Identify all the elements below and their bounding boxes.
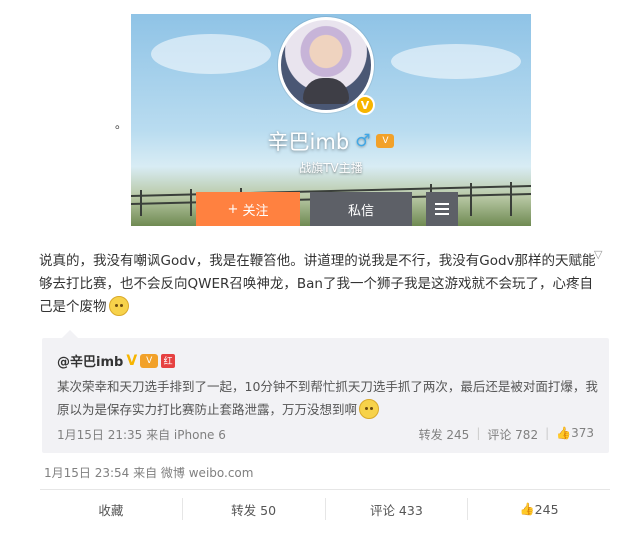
repost-comment-link[interactable]: 评论 782 — [487, 426, 538, 443]
repost-like-count: 373 — [571, 426, 594, 440]
sad-emoji-icon — [108, 296, 129, 316]
favorite-label: 收藏 — [98, 502, 124, 518]
post-timestamp[interactable]: 1月15日 23:54 来自 微博 weibo.com — [44, 464, 253, 481]
repost-actions: 转发 245 | 评论 782 | 👍373 — [418, 426, 594, 443]
profile-banner: V 辛巴imb ♂ V 战旗TV主播 + 关注 私信 — [131, 14, 531, 226]
like-count: 245 — [534, 501, 559, 517]
post-text: 说真的，我没有嘲讽Godv，我是在鞭笞他。讲道理的说我是不行，我没有Godv那样… — [39, 250, 599, 319]
repost-repost-link[interactable]: 转发 245 — [419, 426, 470, 443]
verified-v-icon: V — [126, 352, 138, 369]
repost-card: @辛巴imb V V 红 某次荣幸和天刀选手排到了一起，10分钟不到帮忙抓天刀选… — [42, 338, 609, 453]
more-menu-button[interactable] — [426, 192, 458, 226]
post-actions-bar: 收藏 转发 50 评论 433 👍 245 — [40, 490, 610, 528]
repost-arrow — [62, 330, 78, 338]
cloud-decoration — [151, 34, 271, 74]
message-label: 私信 — [347, 203, 374, 219]
verified-icon: V — [355, 95, 375, 115]
like-button[interactable]: 👍 245 — [467, 498, 610, 520]
repost-label: 转发 50 — [231, 502, 277, 518]
member-badge-icon[interactable]: V — [376, 134, 395, 148]
favorite-button[interactable]: 收藏 — [40, 498, 182, 520]
repost-user-link[interactable]: @辛巴imb — [57, 351, 123, 370]
thumbs-up-icon: 👍 — [519, 502, 535, 516]
repost-text: 某次荣幸和天刀选手排到了一起，10分钟不到帮忙抓天刀选手抓了两次，最后还是被对面… — [57, 375, 602, 421]
laugh-emoji-icon — [359, 399, 380, 419]
repost-timestamp[interactable]: 1月15日 21:35 来自 iPhone 6 — [57, 426, 226, 443]
profile-name[interactable]: 辛巴imb — [268, 126, 350, 156]
repost-like-link[interactable]: 👍373 — [556, 426, 594, 443]
red-envelope-icon[interactable]: 红 — [161, 353, 176, 368]
member-badge-icon[interactable]: V — [140, 353, 159, 368]
cloud-decoration — [391, 44, 521, 79]
plus-icon: + — [227, 201, 239, 217]
chevron-down-icon[interactable]: ▽ — [594, 248, 602, 261]
comment-button[interactable]: 评论 433 — [324, 498, 468, 520]
message-button[interactable]: 私信 — [310, 192, 412, 226]
profile-name-row: 辛巴imb ♂ V — [131, 126, 531, 156]
thumbs-up-icon: 👍 — [556, 426, 572, 440]
comment-label: 评论 433 — [369, 502, 423, 518]
repost-body: 某次荣幸和天刀选手排到了一起，10分钟不到帮忙抓天刀选手抓了两次，最后还是被对面… — [57, 379, 598, 417]
repost-header: @辛巴imb V V 红 — [57, 351, 176, 370]
menu-icon — [435, 203, 449, 205]
profile-subtitle: 战旗TV主播 — [299, 161, 363, 175]
follow-button[interactable]: + 关注 — [196, 192, 300, 226]
repost-button[interactable]: 转发 50 — [181, 498, 325, 520]
follow-label: 关注 — [242, 203, 269, 219]
male-icon: ♂ — [355, 131, 371, 151]
stray-dot: 。 — [115, 117, 128, 131]
